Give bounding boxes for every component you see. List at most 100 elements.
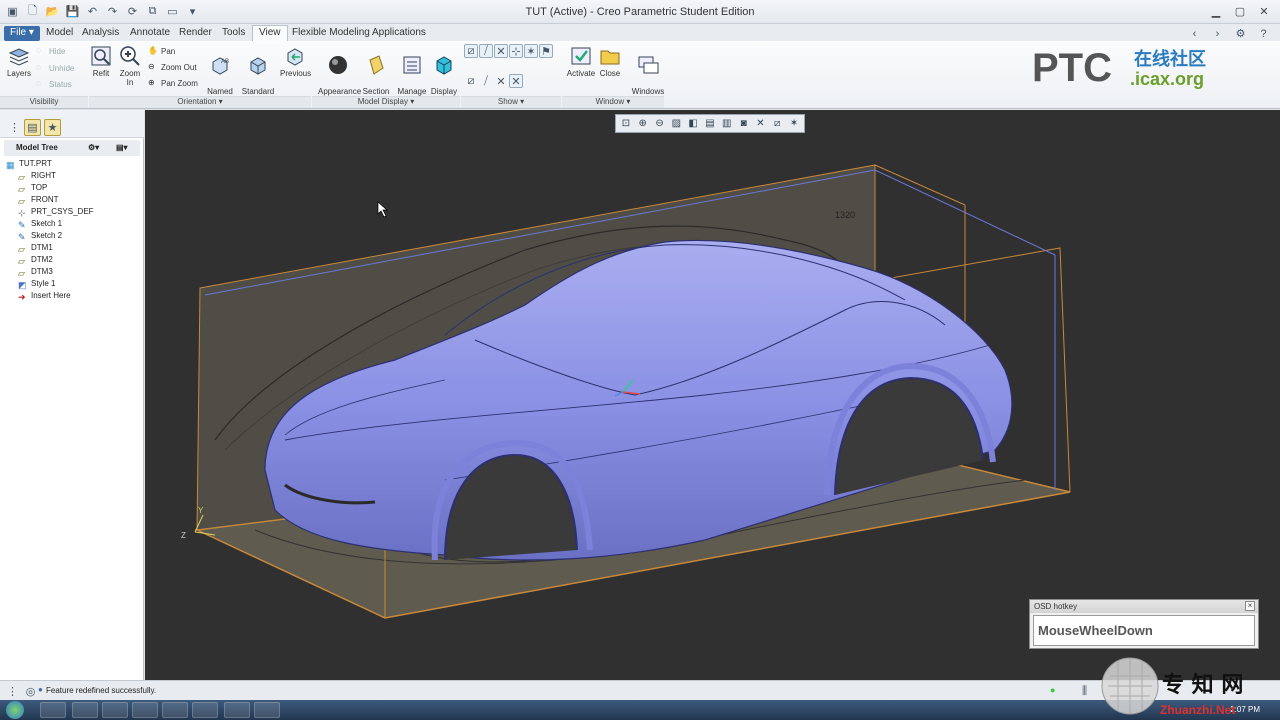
zoom-in-view-icon[interactable]: ⊕ (635, 116, 651, 131)
favorites-tab-icon[interactable]: ★ (44, 119, 61, 136)
tab-flexible-modeling[interactable]: Flexible Modeling (286, 26, 376, 41)
tab-tools[interactable]: Tools (216, 26, 251, 41)
taskbar-app-7[interactable] (224, 702, 250, 718)
refit-button[interactable]: Refit (90, 45, 112, 78)
model-tree-tab-icon[interactable]: ⋮ (6, 119, 23, 136)
previous-icon[interactable]: ‹ (1186, 25, 1203, 42)
svg-text:AB: AB (221, 59, 229, 65)
annotation-view-icon[interactable]: ⧄ (769, 116, 785, 131)
tab-analysis[interactable]: Analysis (76, 26, 125, 41)
repaint-icon[interactable]: ▨ (668, 116, 684, 131)
saved-views-icon[interactable]: ▤ (702, 116, 718, 131)
next-icon[interactable]: › (1209, 25, 1226, 42)
group-orientation[interactable]: Orientation ▾ (89, 96, 311, 108)
axis-label-y: Y (198, 506, 204, 515)
zoom-out-view-icon[interactable]: ⊖ (652, 116, 668, 131)
taskbar-chrome[interactable] (102, 702, 128, 718)
tree-item[interactable]: ▱ DTM3 (18, 266, 53, 278)
tree-item[interactable]: ➜ Insert Here (18, 290, 71, 302)
dimension-label[interactable]: 1320 (835, 210, 855, 220)
status-bar: ⋮ ◎ ● Feature redefined successfully. ● … (0, 680, 1280, 700)
navigator-toggle-icon[interactable]: ⋮ (4, 683, 21, 700)
selection-filter-icon[interactable]: ⫼ (1076, 683, 1093, 700)
camera-icon[interactable]: ◙ (736, 116, 752, 131)
csys-display-toggle[interactable]: ⊹ (509, 44, 523, 58)
tab-applications[interactable]: Applications (366, 26, 432, 41)
pan-zoom-button[interactable]: ⊕ Pan Zoom (148, 78, 198, 89)
tree-item[interactable]: ▱ FRONT (18, 194, 59, 206)
tree-item[interactable]: ▱ DTM1 (18, 242, 53, 254)
display-style-view-icon[interactable]: ◧ (685, 116, 701, 131)
tree-settings-icon[interactable]: ⚙▾ (88, 140, 99, 156)
sketch-icon: ✎ (18, 220, 26, 230)
tab-render[interactable]: Render (173, 26, 218, 41)
navigator-panel: ⋮ ▤ ★ Model Tree ⚙▾ ▤▾ ▦ TUT.PRT ▱ RIGHT ▱ TO… (0, 110, 144, 680)
axis-display-toggle[interactable]: ⧸ (479, 44, 493, 58)
spin-center-view-icon[interactable]: ✶ (786, 116, 802, 131)
tree-item-label: TOP (31, 183, 48, 192)
hide-button[interactable]: ◌ Hide (36, 46, 65, 57)
tree-item[interactable]: ▦ TUT.PRT (6, 158, 52, 170)
graphics-viewport[interactable]: 1320 Y Z ⊡ ⊕ ⊖ ▨ ◧ ▤ ▥ ◙ ✕ ⧄ ✶ OSD hotke… (145, 110, 1280, 680)
layers-button[interactable]: Layers (6, 45, 32, 78)
group-window[interactable]: Window ▾ (562, 96, 664, 108)
group-model-display[interactable]: Model Display ▾ (312, 96, 460, 108)
tab-model[interactable]: Model (40, 26, 79, 41)
osd-close-button[interactable]: × (1245, 601, 1255, 611)
group-visibility[interactable]: Visibility (0, 96, 88, 108)
maximize-button[interactable]: ▢ (1230, 3, 1250, 19)
close-view-button[interactable]: Close (598, 45, 622, 78)
zoom-out-button[interactable]: ⊖ Zoom Out (148, 62, 197, 73)
settings-icon[interactable]: ⚙ (1232, 25, 1249, 42)
point-tag-toggle[interactable]: ✕ (494, 74, 508, 88)
previous-button[interactable]: Previous (280, 45, 311, 78)
zoom-in-button[interactable]: Zoom In (116, 45, 144, 87)
model-scene[interactable]: 1320 Y Z (145, 110, 1280, 680)
tree-item[interactable]: ◩ Style 1 (18, 278, 55, 290)
zoom-out-label: Zoom Out (161, 63, 197, 72)
plane-display-toggle[interactable]: ⧄ (464, 44, 478, 58)
view-manager-icon[interactable]: ▥ (719, 116, 735, 131)
tree-item[interactable]: ✎ Sketch 2 (18, 230, 62, 242)
window-title: TUT (Active) - Creo Parametric Student E… (525, 6, 755, 18)
tree-columns-icon[interactable]: ▤▾ (116, 140, 128, 156)
tree-item-label: Style 1 (31, 279, 56, 288)
csys-tag-toggle[interactable]: ✕ (509, 74, 523, 88)
tab-annotate[interactable]: Annotate (124, 26, 176, 41)
spin-center-toggle[interactable]: ✶ (524, 44, 538, 58)
help-icon[interactable]: ? (1255, 25, 1272, 42)
unhide-button[interactable]: ◌ Unhide (36, 63, 74, 74)
taskbar-app-8[interactable] (254, 702, 280, 718)
tree-item[interactable]: ⊹ PRT_CSYS_DEF (18, 206, 94, 218)
tab-file[interactable]: File ▾ (4, 26, 40, 41)
watermark-chinese: 专 知 网 (1162, 672, 1243, 698)
datum-display-icon[interactable]: ✕ (753, 116, 769, 131)
tree-item[interactable]: ▱ DTM2 (18, 254, 53, 266)
status-button[interactable]: ◌ Status (36, 79, 72, 90)
taskbar-explorer[interactable] (192, 702, 218, 718)
browser-toggle-icon[interactable]: ◎ (22, 683, 39, 700)
folder-browser-tab-icon[interactable]: ▤ (24, 119, 41, 136)
close-button[interactable]: ✕ (1254, 3, 1274, 19)
annotation-display-toggle[interactable]: ⚑ (539, 44, 553, 58)
plane-tag-toggle[interactable]: ⧄ (464, 74, 478, 88)
axis-tag-toggle[interactable]: ⧸ (479, 74, 493, 88)
taskbar-app-4[interactable] (132, 702, 158, 718)
taskbar-app-2[interactable] (72, 702, 98, 718)
start-button[interactable] (6, 701, 24, 719)
tree-item[interactable]: ▱ TOP (18, 182, 47, 194)
tree-item[interactable]: ▱ RIGHT (18, 170, 56, 182)
point-display-toggle[interactable]: ✕ (494, 44, 508, 58)
pan-button[interactable]: ✋ Pan (148, 46, 175, 57)
activate-button[interactable]: Activate (566, 45, 596, 78)
taskbar-app-1[interactable] (40, 702, 66, 718)
tree-item[interactable]: ✎ Sketch 1 (18, 218, 62, 230)
osd-hotkey-text: MouseWheelDown (1033, 615, 1255, 646)
hide-icon: ◌ (36, 46, 41, 55)
unhide-icon: ◌ (36, 63, 41, 72)
refit-view-icon[interactable]: ⊡ (618, 116, 634, 131)
tab-view[interactable]: View (252, 25, 288, 41)
group-show[interactable]: Show ▾ (461, 96, 561, 108)
minimize-button[interactable]: ▁ (1206, 3, 1226, 19)
taskbar-app-5[interactable] (162, 702, 188, 718)
